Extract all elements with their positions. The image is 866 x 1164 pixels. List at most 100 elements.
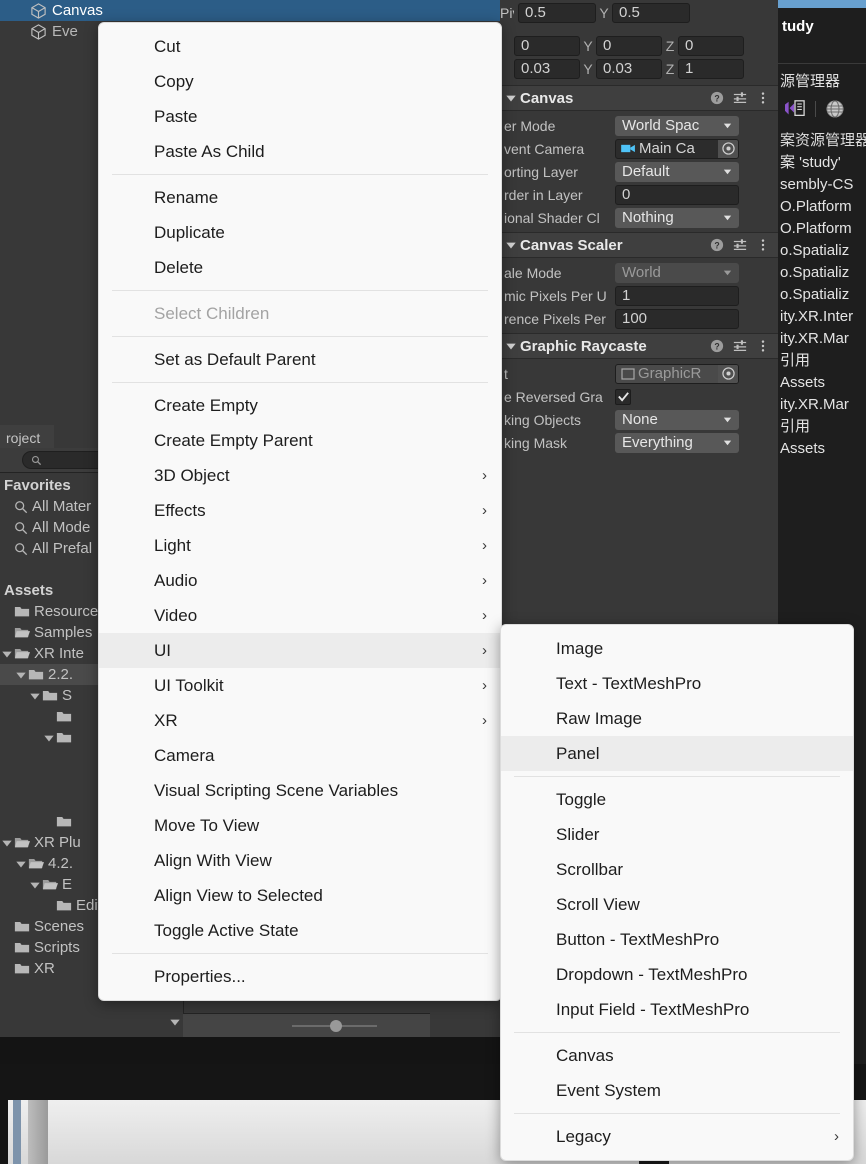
twisty-down-icon[interactable] [42, 731, 56, 745]
visual-studio-icon[interactable] [784, 99, 806, 119]
menu-item-image[interactable]: Image [501, 631, 853, 666]
vs-tree-item[interactable]: sembly-CS [778, 174, 866, 196]
menu-item-ui-toolkit[interactable]: UI Toolkit › [99, 668, 501, 703]
vs-tree-item[interactable]: ity.XR.Mar [778, 394, 866, 416]
vs-tree-item[interactable]: 引用 [778, 350, 866, 372]
number-field[interactable]: 0 [615, 184, 739, 205]
help-icon[interactable]: ? [710, 339, 724, 353]
vs-tree-item[interactable]: Assets [778, 372, 866, 394]
ui-submenu[interactable]: Image Text - TextMeshPro Raw Image Panel Tog… [500, 624, 854, 1161]
preset-icon[interactable] [733, 238, 747, 252]
rotation-y-field[interactable]: 0 [596, 35, 662, 56]
scale-y-field[interactable]: 0.03 [596, 58, 662, 79]
menu-item-create-empty[interactable]: Create Empty [99, 388, 501, 423]
globe-icon[interactable] [825, 99, 845, 119]
rotation-x-field[interactable]: 0 [514, 35, 580, 56]
menu-item-canvas[interactable]: Canvas [501, 1038, 853, 1073]
preset-icon[interactable] [733, 339, 747, 353]
vs-tree-item[interactable]: ity.XR.Inter [778, 306, 866, 328]
twisty-down-icon[interactable] [14, 857, 28, 871]
component-header[interactable]: Graphic Raycaste? [500, 333, 778, 359]
menu-item-rename[interactable]: Rename [99, 180, 501, 215]
number-field[interactable]: 100 [615, 308, 739, 329]
zoom-slider[interactable] [291, 1019, 377, 1032]
menu-item-raw-image[interactable]: Raw Image [501, 701, 853, 736]
menu-item-set-as-default-parent[interactable]: Set as Default Parent [99, 342, 501, 377]
menu-item-text-textmeshpro[interactable]: Text - TextMeshPro [501, 666, 853, 701]
more-menu-icon[interactable] [756, 339, 770, 353]
menu-item-toggle-active-state[interactable]: Toggle Active State [99, 913, 501, 948]
vs-tab-label[interactable]: tudy [778, 8, 866, 45]
vs-tree-item[interactable]: Assets [778, 438, 866, 460]
twisty-down-icon[interactable] [0, 647, 14, 661]
zoom-slider-knob[interactable] [329, 1019, 342, 1032]
menu-item-paste[interactable]: Paste [99, 99, 501, 134]
scroll-down-arrow-icon[interactable] [168, 1015, 182, 1029]
rotation-z-field[interactable]: 0 [678, 35, 744, 56]
scale-x-field[interactable]: 0.03 [514, 58, 580, 79]
tab-project[interactable]: roject [0, 425, 55, 448]
chevron-down-icon[interactable] [504, 339, 518, 353]
dropdown-ional-shader-cl[interactable]: Nothing [615, 207, 739, 228]
component-header[interactable]: Canvas Scaler? [500, 232, 778, 258]
menu-item-align-view-to-selected[interactable]: Align View to Selected [99, 878, 501, 913]
object-picker-button[interactable] [718, 139, 738, 158]
object-picker-icon[interactable] [721, 142, 735, 155]
menu-item-slider[interactable]: Slider [501, 817, 853, 852]
hierarchy-context-menu[interactable]: Cut Copy Paste Paste As Child Rename Duplicat… [98, 22, 502, 1001]
dropdown-king-objects[interactable]: None [615, 409, 739, 430]
menu-item-event-system[interactable]: Event System [501, 1073, 853, 1108]
vs-tree-item[interactable]: o.Spatializ [778, 240, 866, 262]
more-menu-icon[interactable] [756, 91, 770, 105]
menu-item-panel[interactable]: Panel [501, 736, 853, 771]
menu-item-camera[interactable]: Camera [99, 738, 501, 773]
menu-item-create-empty-parent[interactable]: Create Empty Parent [99, 423, 501, 458]
menu-item-scrollbar[interactable]: Scrollbar [501, 852, 853, 887]
menu-item-3d-object[interactable]: 3D Object › [99, 458, 501, 493]
vs-tree-item[interactable]: 引用 [778, 416, 866, 438]
vs-tree-item[interactable]: 案 'study' [778, 152, 866, 174]
menu-item-paste-as-child[interactable]: Paste As Child [99, 134, 501, 169]
menu-item-input-field-textmeshpro[interactable]: Input Field - TextMeshPro [501, 992, 853, 1027]
object-field[interactable]: Main Ca [615, 138, 739, 159]
dropdown-er-mode[interactable]: World Spac [615, 115, 739, 136]
menu-item-xr[interactable]: XR › [99, 703, 501, 738]
twisty-down-icon[interactable] [28, 878, 42, 892]
object-picker-icon[interactable] [721, 367, 735, 380]
twisty-down-icon[interactable] [28, 689, 42, 703]
menu-item-legacy[interactable]: Legacy › [501, 1119, 853, 1154]
menu-item-visual-scripting-scene-variables[interactable]: Visual Scripting Scene Variables [99, 773, 501, 808]
vs-tree-item[interactable]: ity.XR.Mar [778, 328, 866, 350]
vs-solution-tree[interactable]: 案 'study' sembly-CS O.Platform O.Platform o.… [778, 152, 866, 460]
vs-tree-item[interactable]: o.Spatializ [778, 284, 866, 306]
menu-item-dropdown-textmeshpro[interactable]: Dropdown - TextMeshPro [501, 957, 853, 992]
vs-tree-item[interactable]: O.Platform [778, 218, 866, 240]
menu-item-delete[interactable]: Delete [99, 250, 501, 285]
preset-icon[interactable] [733, 91, 747, 105]
object-picker-button[interactable] [718, 364, 738, 383]
vs-tree-item[interactable]: O.Platform [778, 196, 866, 218]
number-field[interactable]: 1 [615, 285, 739, 306]
checkbox[interactable] [615, 388, 631, 405]
dropdown-orting-layer[interactable]: Default [615, 161, 739, 182]
menu-item-toggle[interactable]: Toggle [501, 782, 853, 817]
menu-item-audio[interactable]: Audio › [99, 563, 501, 598]
twisty-down-icon[interactable] [0, 836, 14, 850]
menu-item-align-with-view[interactable]: Align With View [99, 843, 501, 878]
menu-item-duplicate[interactable]: Duplicate [99, 215, 501, 250]
vs-tree-item[interactable]: o.Spatializ [778, 262, 866, 284]
menu-item-scroll-view[interactable]: Scroll View [501, 887, 853, 922]
chevron-down-icon[interactable] [504, 238, 518, 252]
menu-item-video[interactable]: Video › [99, 598, 501, 633]
chevron-down-icon[interactable] [504, 91, 518, 105]
menu-item-move-to-view[interactable]: Move To View [99, 808, 501, 843]
twisty-down-icon[interactable] [14, 668, 28, 682]
dropdown-king-mask[interactable]: Everything [615, 432, 739, 453]
help-icon[interactable]: ? [710, 238, 724, 252]
menu-item-ui[interactable]: UI › [99, 633, 501, 668]
menu-item-light[interactable]: Light › [99, 528, 501, 563]
pivot-x-field[interactable]: 0.5 [518, 2, 596, 23]
menu-item-copy[interactable]: Copy [99, 64, 501, 99]
pivot-y-field[interactable]: 0.5 [612, 2, 690, 23]
menu-item-cut[interactable]: Cut [99, 29, 501, 64]
